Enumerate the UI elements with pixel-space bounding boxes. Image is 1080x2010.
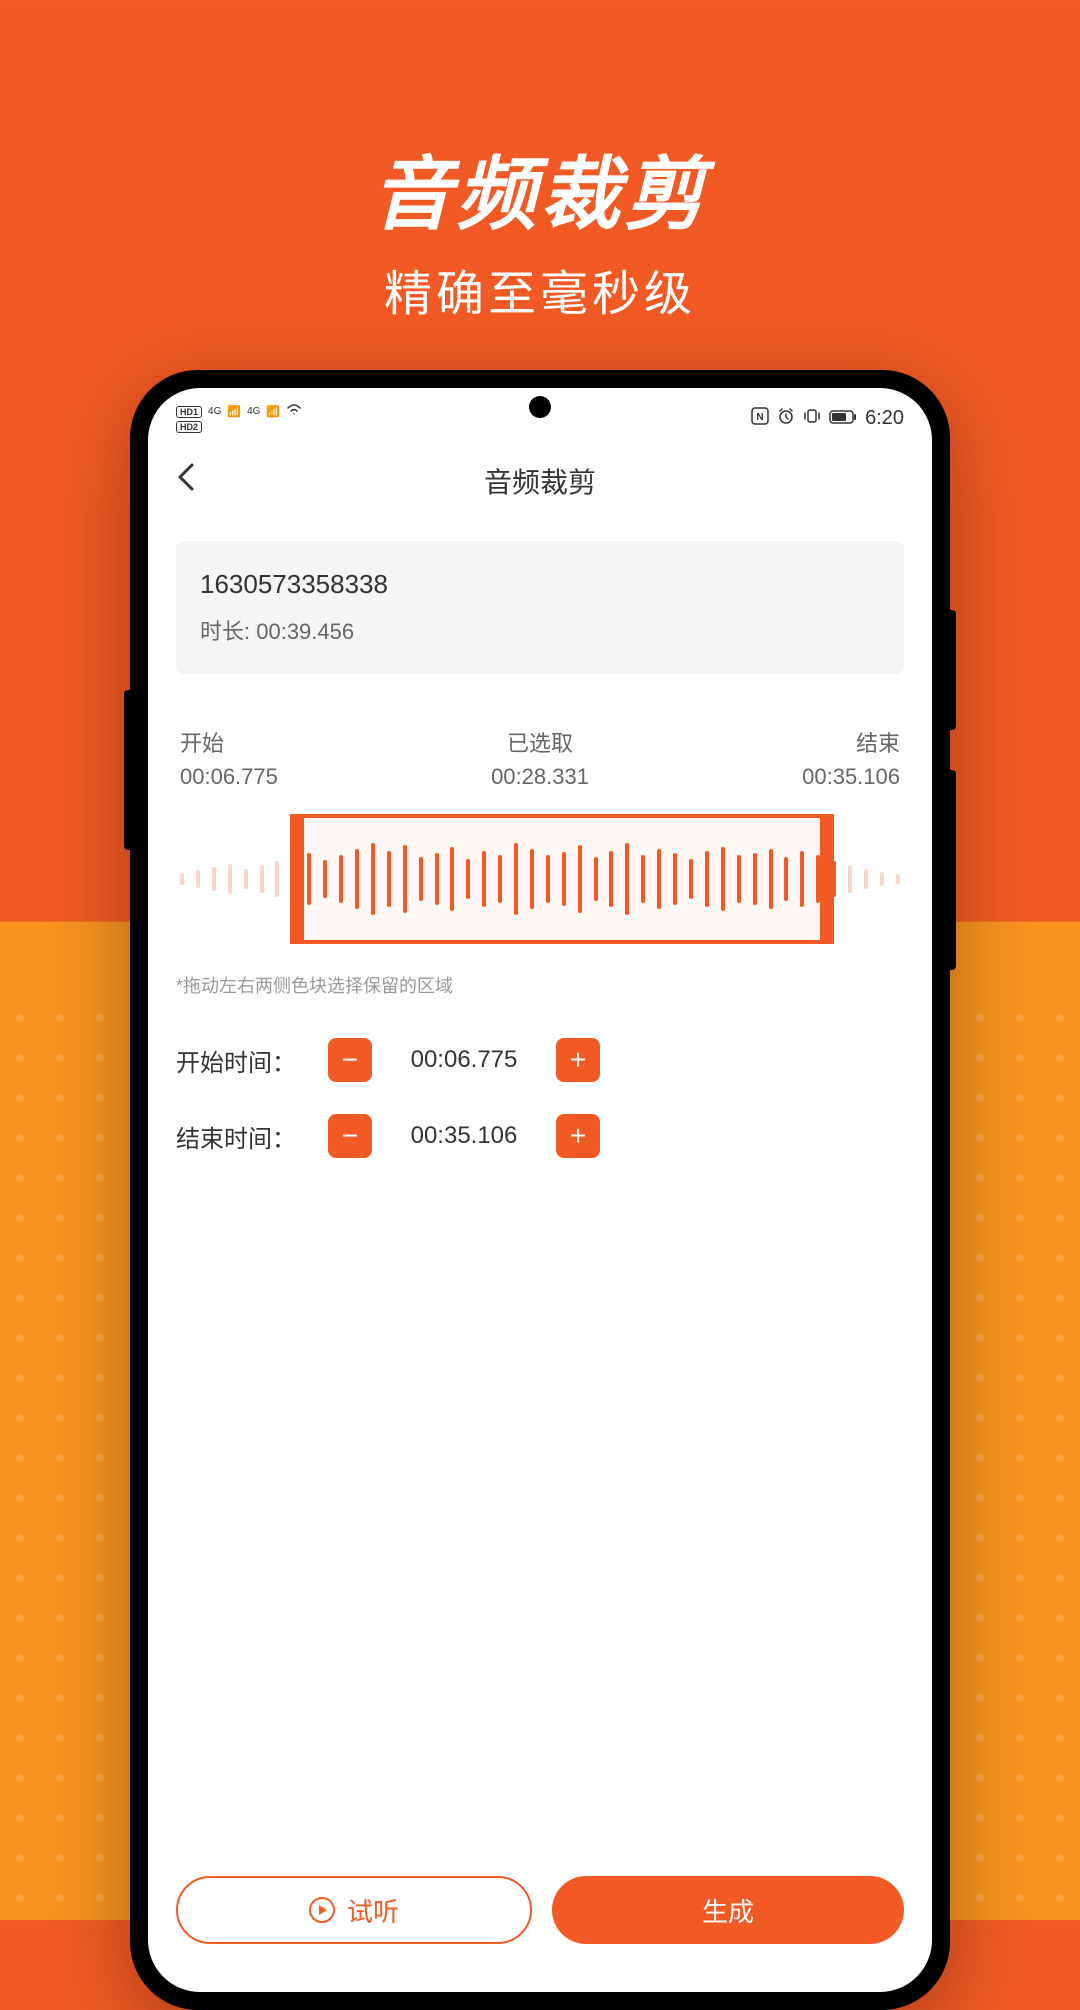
nfc-icon: N (751, 407, 769, 430)
wave-bar (880, 872, 884, 886)
wave-bar (228, 864, 232, 894)
signal-4g-1: 4G (208, 406, 221, 417)
signal-bars-icon-2: 📶 (266, 405, 280, 418)
status-left: HD1 4G 📶 4G 📶 HD2 (176, 404, 302, 433)
battery-icon (829, 408, 857, 429)
wave-bar (196, 870, 200, 888)
wave-bar (625, 843, 629, 915)
start-time-label: 开始 00:06.775 (180, 726, 278, 790)
wave-bar (896, 874, 900, 884)
wave-bar (737, 855, 741, 903)
preview-button[interactable]: 试听 (176, 1876, 532, 1944)
promo-title: 音频裁剪 (0, 130, 1080, 246)
svg-text:N: N (756, 412, 763, 423)
end-plus-button[interactable]: + (556, 1114, 600, 1158)
wave-bar (371, 843, 375, 915)
wave-bar (594, 857, 598, 901)
wave-bar (387, 851, 391, 907)
generate-button[interactable]: 生成 (552, 1876, 904, 1944)
wave-bar (848, 865, 852, 893)
page-title: 音频裁剪 (484, 461, 596, 501)
end-time-label-text: 结束时间： (176, 1119, 316, 1154)
wave-bar (339, 855, 343, 903)
signal-bars-icon: 📶 (227, 405, 241, 418)
wave-bar (307, 853, 311, 905)
wave-bar (244, 869, 248, 889)
signal-4g-2: 4G (247, 406, 260, 417)
wave-bar (180, 873, 184, 885)
wave-bar (482, 851, 486, 907)
hint-text: *拖动左右两侧色块选择保留的区域 (176, 972, 904, 998)
app-header: 音频裁剪 (148, 441, 932, 521)
wave-bar (689, 859, 693, 899)
promo-header: 音频裁剪 精确至毫秒级 (0, 0, 1080, 324)
back-button[interactable] (176, 461, 196, 501)
vibrate-icon (803, 407, 821, 430)
start-minus-button[interactable]: − (328, 1038, 372, 1082)
wave-bar (435, 853, 439, 905)
hd-badge-2: HD2 (176, 421, 202, 433)
status-right: N 6:20 (751, 407, 904, 430)
wave-bar (721, 847, 725, 911)
wave-bar (784, 857, 788, 901)
end-time-label: 结束 00:35.106 (802, 726, 900, 790)
waveform-container[interactable] (176, 814, 904, 944)
wave-bar (562, 852, 566, 906)
play-icon (309, 1897, 335, 1923)
wave-bar (864, 869, 868, 889)
status-time: 6:20 (865, 407, 904, 430)
wave-bar (450, 847, 454, 911)
wave-bar (673, 853, 677, 905)
wave-bar (816, 855, 820, 903)
time-labels: 开始 00:06.775 已选取 00:28.331 结束 00:35.106 (176, 726, 904, 790)
promo-subtitle: 精确至毫秒级 (0, 254, 1080, 324)
wave-bar (291, 857, 295, 901)
file-duration: 时长: 00:39.456 (200, 614, 880, 646)
wave-bar (212, 867, 216, 891)
alarm-icon (777, 407, 795, 430)
end-time-value: 00:35.106 (384, 1122, 544, 1150)
phone-screen: HD1 4G 📶 4G 📶 HD2 N (148, 388, 932, 1992)
wave-bar (275, 861, 279, 897)
wave-bar (530, 849, 534, 909)
bottom-actions: 试听 生成 (176, 1876, 904, 1944)
wave-bar (657, 849, 661, 909)
start-time-value: 00:06.775 (384, 1046, 544, 1074)
wave-bar (800, 851, 804, 907)
wave-bar (705, 851, 709, 907)
wave-bar (514, 843, 518, 915)
start-time-label-text: 开始时间： (176, 1043, 316, 1078)
file-name: 1630573358338 (200, 569, 880, 600)
wave-bar (355, 849, 359, 909)
wifi-icon (286, 404, 302, 419)
wave-bar (641, 855, 645, 903)
wave-bar (753, 853, 757, 905)
waveform (176, 814, 904, 944)
wave-bar (419, 857, 423, 901)
hd-badge-1: HD1 (176, 406, 202, 418)
wave-bar (546, 855, 550, 903)
wave-bar (609, 851, 613, 907)
end-time-control: 结束时间： − 00:35.106 + (176, 1114, 904, 1158)
wave-bar (466, 859, 470, 899)
time-controls: 开始时间： − 00:06.775 + 结束时间： − 00:35.106 + (176, 1038, 904, 1158)
wave-bar (578, 845, 582, 913)
file-info-card: 1630573358338 时长: 00:39.456 (176, 541, 904, 674)
wave-bar (403, 845, 407, 913)
phone-frame: HD1 4G 📶 4G 📶 HD2 N (130, 370, 950, 2010)
start-time-control: 开始时间： − 00:06.775 + (176, 1038, 904, 1082)
start-plus-button[interactable]: + (556, 1038, 600, 1082)
wave-bar (323, 860, 327, 898)
wave-bar (769, 849, 773, 909)
wave-bar (832, 861, 836, 897)
end-minus-button[interactable]: − (328, 1114, 372, 1158)
selected-time-label: 已选取 00:28.331 (491, 726, 589, 790)
wave-bar (260, 865, 264, 893)
wave-bar (498, 855, 502, 903)
